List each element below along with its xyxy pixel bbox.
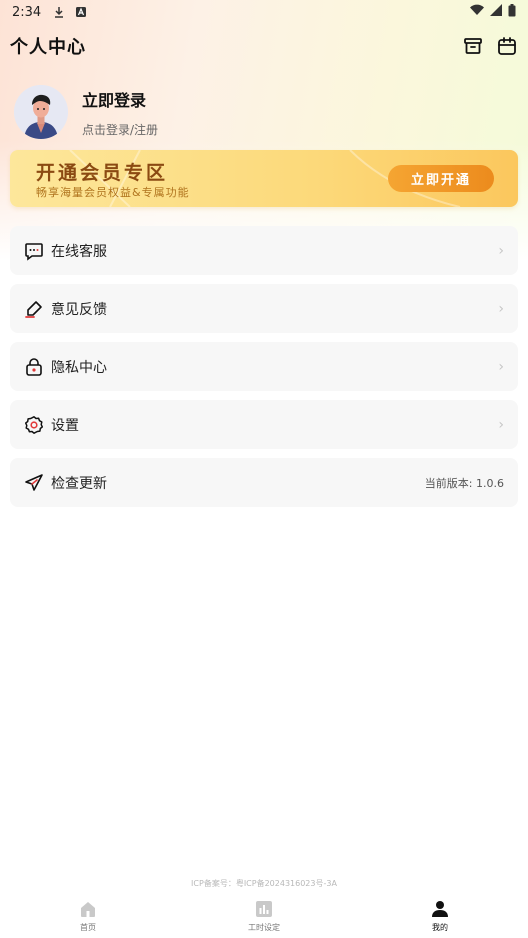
signal-icon [490,4,502,20]
chevron-right-icon: › [498,416,504,433]
archive-icon[interactable] [462,35,484,57]
login-title[interactable]: 立即登录 [82,87,158,111]
menu-label: 隐私中心 [51,359,107,376]
tab-label: 我的 [432,923,448,932]
chevron-right-icon: › [498,358,504,375]
status-time: 2:34 [12,4,42,20]
battery-icon [508,3,516,21]
profile-section[interactable]: 立即登录 点击登录/注册 [14,84,158,140]
chevron-right-icon: › [498,242,504,259]
app-notification-icon [75,6,87,18]
settings-menu: 在线客服 › 意见反馈 › 隐私中心 › 设置 › 检查更新 当前版本: 1.0… [10,226,518,516]
bottom-tab-bar: 首页 工时设定 我的 [0,896,528,938]
tab-label: 首页 [80,923,96,932]
edit-icon [24,299,44,319]
menu-label: 检查更新 [51,475,107,492]
chevron-right-icon: › [498,300,504,317]
tab-label: 工时设定 [248,923,280,932]
icp-record: ICP备案号：粤ICP备2024316023号-3A [191,879,337,888]
calendar-icon[interactable] [496,35,518,57]
vip-title: 开通会员专区 [36,162,169,184]
paper-plane-icon [24,473,44,493]
menu-item-online-service[interactable]: 在线客服 › [10,226,518,275]
tab-home[interactable]: 首页 [0,896,176,938]
lock-icon [24,357,44,377]
vip-banner[interactable]: 开通会员专区 畅享海量会员权益&专属功能 立即开通 [10,150,518,207]
vip-open-button[interactable]: 立即开通 [388,165,494,192]
page-header: 个人中心 [0,30,528,62]
gear-icon [24,415,44,435]
menu-label: 意见反馈 [51,301,107,318]
chat-icon [24,241,44,261]
download-icon [53,6,65,18]
wifi-icon [470,4,484,20]
login-subtitle[interactable]: 点击登录/注册 [82,121,158,138]
menu-item-check-update[interactable]: 检查更新 当前版本: 1.0.6 [10,458,518,507]
home-icon [79,900,97,918]
menu-item-settings[interactable]: 设置 › [10,400,518,449]
page-title: 个人中心 [10,37,86,58]
menu-item-feedback[interactable]: 意见反馈 › [10,284,518,333]
menu-label: 设置 [51,417,79,434]
menu-label: 在线客服 [51,243,107,260]
tab-work-hours[interactable]: 工时设定 [176,896,352,938]
chart-icon [255,900,273,918]
app-version: 当前版本: 1.0.6 [424,476,504,490]
vip-subtitle: 畅享海量会员权益&专属功能 [36,186,190,199]
menu-item-privacy[interactable]: 隐私中心 › [10,342,518,391]
user-icon [431,900,449,918]
status-bar: 2:34 [0,0,528,24]
avatar[interactable] [14,85,68,139]
tab-mine[interactable]: 我的 [352,896,528,938]
